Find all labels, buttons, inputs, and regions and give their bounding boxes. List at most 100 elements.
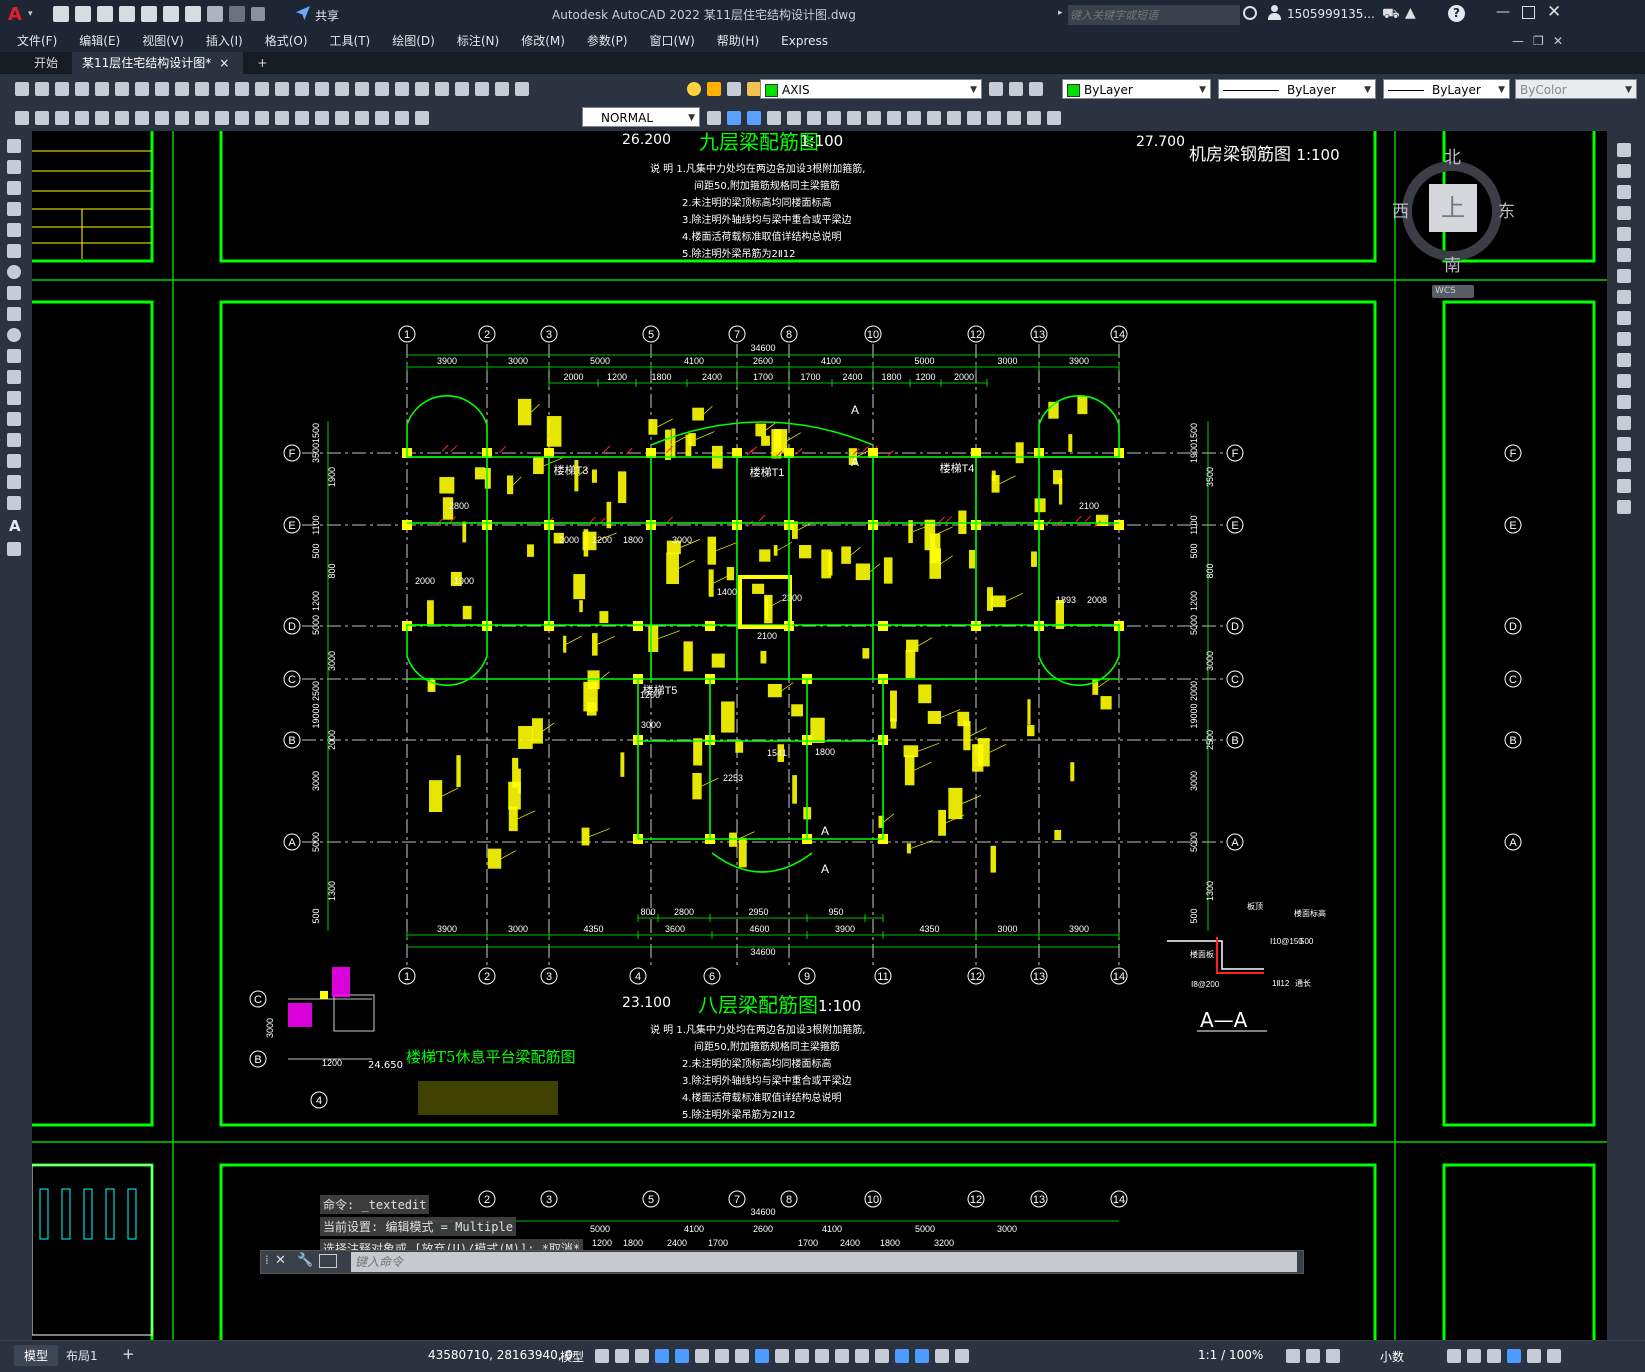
print-icon[interactable] [75,81,89,96]
erase-icon[interactable] [1617,143,1631,157]
save-web-icon[interactable] [163,6,179,22]
cmdline-customize-icon[interactable]: 🔧 [297,1253,313,1268]
copy-icon[interactable] [175,81,189,96]
doc-restore-icon[interactable]: ❐ [1533,30,1544,52]
drawing-svg[interactable]: 1 2 3 5 7 8 10 12 13 141 2 3 4 6 9 11 12 13 14F F FE E ED D DC C C… [32,131,1607,1340]
add-selected-icon[interactable] [7,542,21,556]
group-icon[interactable] [867,110,881,125]
dynamic-input-icon[interactable] [655,1348,669,1363]
polar-icon[interactable] [695,1348,709,1363]
rectangle-icon[interactable] [7,223,21,237]
insert-block-icon[interactable] [927,110,941,125]
revcloud-icon[interactable] [7,286,21,300]
design-center-icon[interactable] [395,81,409,96]
gizmo-icon[interactable] [895,1348,909,1363]
infer-icon[interactable] [635,1348,649,1363]
3d-osnap-icon[interactable] [835,1348,849,1363]
viewcube-south[interactable]: 南 [1444,251,1461,276]
annotation-monitor-icon[interactable] [1326,1348,1340,1363]
trim-icon[interactable] [1617,332,1631,346]
dim-edit-icon[interactable] [375,110,389,125]
isodraft-icon[interactable] [715,1348,729,1363]
maximize-icon[interactable] [1522,6,1535,19]
hardware-acceleration-icon[interactable] [1507,1348,1521,1363]
help-icon[interactable]: ? [1448,5,1465,22]
save-as-icon[interactable] [119,6,135,22]
copy-object-icon[interactable] [1617,164,1631,178]
linetype-dropdown[interactable]: ByLayer ▼ [1218,79,1376,99]
customization-icon[interactable] [1547,1348,1561,1363]
layer-dropdown[interactable]: AXIS ▼ [760,79,982,99]
autocad-logo[interactable]: A [8,4,22,25]
hyperlink-icon[interactable] [1047,110,1061,125]
match-icon[interactable] [15,110,29,125]
autodesk-app-icon[interactable]: ▲ [1405,5,1416,21]
dim-angular-icon[interactable] [175,110,189,125]
menu-view[interactable]: 视图(V) [131,30,195,52]
quick-properties-icon[interactable] [1447,1348,1461,1363]
search-icon[interactable] [1243,6,1257,20]
menu-modify[interactable]: 修改(M) [510,30,576,52]
menu-tools[interactable]: 工具(T) [319,30,382,52]
layer-properties-icon[interactable] [515,81,529,96]
insert-block-tool-icon[interactable] [7,370,21,384]
cmdline-close-icon[interactable]: ✕ [275,1253,286,1268]
array-icon[interactable] [1617,227,1631,241]
minimize-icon[interactable]: — [1496,4,1510,20]
markup-icon[interactable] [455,81,469,96]
break-point-icon[interactable] [1617,374,1631,388]
make-current-layer-icon[interactable] [989,81,1003,96]
save-icon[interactable] [97,6,113,22]
auto-scale-icon[interactable] [935,1348,949,1363]
viewcube-west[interactable]: 西 [1392,197,1409,222]
zoom-realtime-icon[interactable] [315,81,329,96]
preview-icon[interactable] [95,81,109,96]
group-edit-icon[interactable] [907,110,921,125]
viewcube-east[interactable]: 东 [1498,197,1515,222]
rotate-icon[interactable] [1617,269,1631,283]
recent-commands-icon[interactable] [319,1254,337,1268]
wcs-menu[interactable]: WCS [1432,285,1474,298]
new-file-icon[interactable] [53,6,69,22]
viewcube-top-face[interactable]: 上 [1429,184,1477,232]
viewcube[interactable]: 上 北 南 西 东 WCS [1392,148,1515,333]
construction-line-icon[interactable] [7,160,21,174]
snap-icon[interactable] [615,1348,629,1363]
dim-style-manager-icon[interactable] [707,110,721,125]
layer-match-icon[interactable] [1029,81,1043,96]
publish-icon[interactable] [115,81,129,96]
doc-minimize-icon[interactable]: — [1512,30,1524,52]
tab-drawing[interactable]: 某11层住宅结构设计图* × [72,52,244,74]
stretch-icon[interactable] [1617,311,1631,325]
chamfer-icon[interactable] [1617,437,1631,451]
point-icon[interactable] [7,412,21,426]
offset-icon[interactable] [1617,206,1631,220]
clean-screen-icon[interactable] [1527,1348,1541,1363]
model-space-toggle[interactable]: 模型 [560,1348,584,1365]
model-tab[interactable]: 模型 [14,1345,59,1366]
layer-lock-icon[interactable] [747,81,761,96]
object-snap-icon[interactable] [755,1348,769,1363]
extend-icon[interactable] [1617,353,1631,367]
tool-palettes-icon[interactable] [415,81,429,96]
calculator-icon[interactable] [475,81,489,96]
command-input[interactable] [351,1252,1297,1272]
lineweight-icon[interactable] [775,1348,789,1363]
dim-space-icon[interactable] [255,110,269,125]
dim-arc-icon[interactable] [75,110,89,125]
workspace-icon[interactable] [1286,1348,1300,1363]
redo-icon[interactable] [229,6,245,22]
plot-icon[interactable] [185,6,201,22]
sheet-set-icon[interactable] [435,81,449,96]
coordinates-readout[interactable]: 43580710, 28163940, 0 [428,1348,573,1362]
drawing-canvas[interactable]: 1 2 3 5 7 8 10 12 13 14 1 2 3 4 6 9 11 12 13 14 F F F E E E D D D C C C… [32,131,1607,1340]
search-expand-icon[interactable]: ▸ [1058,8,1063,18]
spline-icon[interactable] [7,307,21,321]
dim-aligned-icon[interactable] [55,110,69,125]
customize-qat-icon[interactable] [251,7,265,21]
doc-close-icon[interactable]: ✕ [1553,30,1563,52]
circle-icon[interactable] [7,265,21,279]
matchprop-icon[interactable] [215,81,229,96]
polyline-icon[interactable] [7,181,21,195]
pan-icon[interactable] [295,81,309,96]
